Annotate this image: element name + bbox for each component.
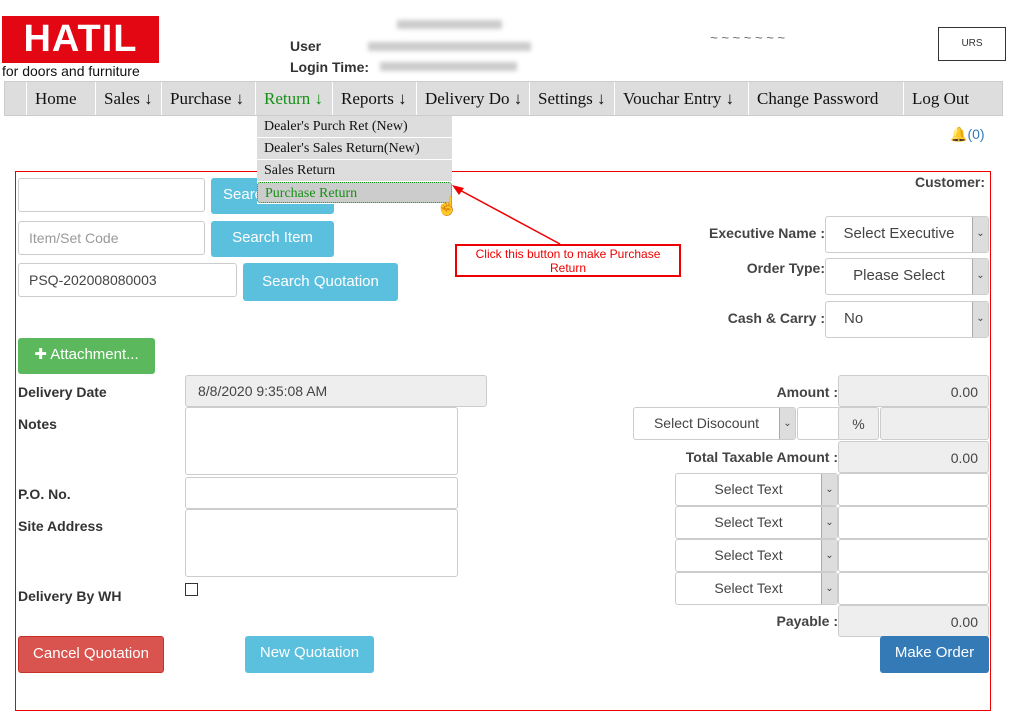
executive-select[interactable]: Select Executive ⌄ bbox=[825, 216, 989, 253]
user-value-blurred bbox=[368, 42, 531, 51]
user-label: User bbox=[290, 38, 322, 54]
callout-arrow bbox=[452, 185, 561, 245]
bangla-slogan-image: ~ ~ ~ ~ ~ ~ ~ bbox=[710, 30, 785, 45]
nav-settings[interactable]: Settings ↓ bbox=[529, 82, 614, 115]
taxable-field: 0.00 bbox=[838, 441, 989, 473]
chevron-down-icon: ⌄ bbox=[779, 408, 795, 439]
chevron-down-icon: ⌄ bbox=[821, 507, 837, 538]
login-time-blurred bbox=[380, 62, 517, 71]
executive-label: Executive Name : bbox=[709, 225, 825, 241]
urs-certification-logo: URS bbox=[938, 27, 1006, 61]
nav-log-out[interactable]: Log Out bbox=[903, 82, 990, 115]
tax-input-1[interactable] bbox=[838, 473, 989, 506]
chevron-down-icon: ⌄ bbox=[972, 259, 988, 294]
company-name-blurred bbox=[397, 20, 502, 29]
customer-input[interactable] bbox=[18, 178, 205, 212]
chevron-down-icon: ⌄ bbox=[821, 540, 837, 571]
delivery-date-label: Delivery Date bbox=[18, 384, 107, 400]
notes-textarea[interactable] bbox=[185, 407, 458, 475]
amount-field: 0.00 bbox=[838, 375, 989, 407]
discount-select[interactable]: Select Disocount ⌄ bbox=[633, 407, 796, 440]
notes-label: Notes bbox=[18, 416, 57, 432]
menu-sales-return[interactable]: Sales Return bbox=[257, 160, 452, 181]
chevron-down-icon: ⌄ bbox=[972, 217, 988, 252]
chevron-down-icon: ⌄ bbox=[821, 573, 837, 604]
main-nav: Home Sales ↓ Purchase ↓ Return ↓ Reports… bbox=[4, 81, 1003, 116]
order-type-label: Order Type: bbox=[746, 260, 825, 276]
tax-input-3[interactable] bbox=[838, 539, 989, 572]
nav-delivery-do[interactable]: Delivery Do ↓ bbox=[416, 82, 529, 115]
taxable-label: Total Taxable Amount : bbox=[685, 449, 838, 465]
menu-dealers-sales-return[interactable]: Dealer's Sales Return(New) bbox=[257, 138, 452, 159]
plus-icon: ✚ bbox=[34, 346, 51, 363]
order-type-select[interactable]: Please Select ⌄ bbox=[825, 258, 989, 295]
nav-vouchar-entry[interactable]: Vouchar Entry ↓ bbox=[614, 82, 748, 115]
discount-value-input[interactable] bbox=[797, 407, 841, 440]
nav-reports[interactable]: Reports ↓ bbox=[332, 82, 416, 115]
nav-purchase[interactable]: Purchase ↓ bbox=[161, 82, 255, 115]
search-item-button[interactable]: Search Item bbox=[211, 221, 334, 257]
delivery-wh-checkbox[interactable] bbox=[185, 583, 198, 596]
brand-tagline: for doors and furniture bbox=[2, 63, 140, 79]
tax-input-2[interactable] bbox=[838, 506, 989, 539]
new-quotation-button[interactable]: New Quotation bbox=[245, 636, 374, 673]
nav-return[interactable]: Return ↓ bbox=[255, 82, 332, 115]
menu-purchase-return[interactable]: Purchase Return bbox=[257, 182, 452, 203]
site-address-textarea[interactable] bbox=[185, 509, 458, 577]
po-number-input[interactable] bbox=[185, 477, 458, 509]
make-order-button[interactable]: Make Order bbox=[880, 636, 989, 673]
tax-input-4[interactable] bbox=[838, 572, 989, 605]
chevron-down-icon: ⌄ bbox=[972, 302, 988, 337]
chevron-down-icon: ⌄ bbox=[821, 474, 837, 505]
tax-select-1[interactable]: Select Text ⌄ bbox=[675, 473, 838, 506]
return-dropdown-menu: Dealer's Purch Ret (New) Dealer's Sales … bbox=[257, 116, 452, 204]
discount-amount-field bbox=[880, 407, 989, 440]
customer-label: Customer: bbox=[914, 174, 985, 190]
tax-select-3[interactable]: Select Text ⌄ bbox=[675, 539, 838, 572]
instruction-callout: Click this button to make Purchase Retur… bbox=[455, 244, 681, 277]
login-time-label: Login Time: bbox=[290, 59, 370, 75]
tax-select-2[interactable]: Select Text ⌄ bbox=[675, 506, 838, 539]
item-code-input[interactable]: Item/Set Code bbox=[18, 221, 205, 255]
notifications[interactable]: 🔔(0) bbox=[950, 126, 985, 143]
cancel-quotation-button[interactable]: Cancel Quotation bbox=[18, 636, 164, 673]
po-label: P.O. No. bbox=[18, 486, 71, 502]
bell-icon: 🔔 bbox=[950, 126, 968, 142]
delivery-wh-label: Delivery By WH bbox=[18, 588, 122, 604]
hatil-logo: HATIL bbox=[2, 16, 159, 63]
tax-select-4[interactable]: Select Text ⌄ bbox=[675, 572, 838, 605]
cash-carry-select[interactable]: No ⌄ bbox=[825, 301, 989, 338]
payable-label: Payable : bbox=[776, 613, 838, 629]
cash-carry-label: Cash & Carry : bbox=[727, 310, 825, 326]
quotation-input[interactable]: PSQ-202008080003 bbox=[18, 263, 237, 297]
site-address-label: Site Address bbox=[18, 518, 104, 534]
delivery-date-field[interactable]: 8/8/2020 9:35:08 AM bbox=[185, 375, 487, 407]
payable-field: 0.00 bbox=[838, 605, 989, 637]
attachment-button[interactable]: ✚ Attachment... bbox=[18, 338, 155, 374]
amount-label: Amount : bbox=[776, 384, 838, 400]
menu-dealers-purch-ret[interactable]: Dealer's Purch Ret (New) bbox=[257, 116, 452, 137]
nav-change-password[interactable]: Change Password bbox=[748, 82, 903, 115]
nav-home[interactable]: Home bbox=[26, 82, 95, 115]
nav-sales[interactable]: Sales ↓ bbox=[95, 82, 161, 115]
search-quotation-button[interactable]: Search Quotation bbox=[243, 263, 398, 301]
percent-addon: % bbox=[838, 407, 879, 440]
